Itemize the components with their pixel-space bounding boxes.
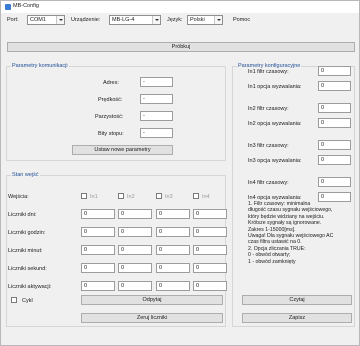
config-field-label: In2 opcja wyzwalania: <box>248 121 302 127</box>
counter-field[interactable]: 0 <box>193 281 227 291</box>
config-field-input[interactable]: 0 <box>318 81 351 91</box>
read-inputs-button[interactable]: Odpytaj <box>81 295 223 305</box>
config-field-input[interactable]: 0 <box>318 103 351 113</box>
cycle-label: Cykl <box>22 298 33 304</box>
counter-field[interactable]: 0 <box>156 227 190 237</box>
input-checkbox-label: In2 <box>127 194 135 200</box>
set-params-button[interactable]: Ustaw nowe parametry <box>72 145 173 155</box>
counter-field[interactable]: 0 <box>81 227 115 237</box>
toolbar: Port: COM1 Urządzenie: MB-LG-4 Język: Po… <box>1 13 359 27</box>
config-read-button[interactable]: Czytaj <box>242 295 352 305</box>
counter-field[interactable]: 0 <box>81 209 115 219</box>
chevron-down-icon[interactable] <box>214 16 222 24</box>
port-select[interactable]: COM1 <box>27 15 65 25</box>
counter-field[interactable]: 0 <box>156 245 190 255</box>
counter-row-label: Liczniki godzin: <box>8 230 46 236</box>
language-select-value: Polski <box>190 17 205 23</box>
device-select[interactable]: MB-LG-4 <box>109 15 161 25</box>
counter-field[interactable]: 0 <box>118 281 152 291</box>
config-field-input[interactable]: 0 <box>318 66 351 76</box>
counter-field[interactable]: 0 <box>193 227 227 237</box>
counter-field[interactable]: 0 <box>118 227 152 237</box>
counter-row-label: Liczniki sekund: <box>8 266 47 272</box>
device-select-value: MB-LG-4 <box>112 17 135 23</box>
counter-field[interactable]: 0 <box>193 245 227 255</box>
config-field-label: In4 filtr czasowy: <box>248 180 289 186</box>
title-bar: MB-Config <box>1 1 359 13</box>
counter-field[interactable]: 0 <box>118 245 152 255</box>
comm-params-title: Parametry komunikacji <box>11 63 69 70</box>
counter-field[interactable]: 0 <box>118 263 152 273</box>
reset-counters-button[interactable]: Zeruj liczniki <box>81 313 223 323</box>
input-checkbox-3[interactable] <box>156 193 162 199</box>
config-field-label: In3 filtr czasowy: <box>248 143 289 149</box>
app-icon <box>5 4 11 10</box>
counter-field[interactable]: 0 <box>156 209 190 219</box>
address-label: Adres: <box>103 80 119 86</box>
config-field-label: In2 filtr czasowy: <box>248 106 289 112</box>
config-field-input[interactable]: 0 <box>318 118 351 128</box>
counter-field[interactable]: 0 <box>81 245 115 255</box>
counter-field[interactable]: 0 <box>156 263 190 273</box>
inputs-label: Wejścia: <box>8 194 29 200</box>
config-write-button[interactable]: Zapisz <box>242 313 352 323</box>
counter-field[interactable]: 0 <box>81 263 115 273</box>
input-checkbox-4[interactable] <box>193 193 199 199</box>
counter-field[interactable]: 0 <box>118 209 152 219</box>
language-label: Język: <box>167 17 183 23</box>
counter-field[interactable]: 0 <box>193 263 227 273</box>
probe-button[interactable]: Próbkuj <box>7 42 355 52</box>
config-field-label: In3 opcja wyzwalania: <box>248 158 302 164</box>
stopbits-label: Bity stopu: <box>98 131 124 137</box>
counter-row-label: Liczniki dni: <box>8 212 37 218</box>
config-field-input[interactable]: 0 <box>318 140 351 150</box>
config-field-label: In1 opcja wyzwalania: <box>248 84 302 90</box>
config-field-label: In1 filtr czasowy: <box>248 69 289 75</box>
input-checkbox-label: In3 <box>165 194 173 200</box>
speed-field[interactable]: - <box>140 94 173 104</box>
parity-label: Parzystość: <box>95 114 124 120</box>
config-field-input[interactable]: 0 <box>318 177 351 187</box>
input-checkbox-1[interactable] <box>81 193 87 199</box>
cycle-checkbox[interactable] <box>11 297 17 303</box>
chevron-down-icon[interactable] <box>152 16 160 24</box>
input-checkbox-2[interactable] <box>118 193 124 199</box>
counter-field[interactable]: 0 <box>81 281 115 291</box>
config-description: 1. Filtr czasowy: minimalna długość czas… <box>248 201 334 265</box>
parity-field[interactable]: - <box>140 111 173 121</box>
window-title: MB-Config <box>13 3 39 9</box>
stopbits-field[interactable]: - <box>140 128 173 138</box>
app-window: MB-Config Port: COM1 Urządzenie: MB-LG-4… <box>0 0 360 346</box>
input-state-title: Stan wejść <box>11 172 40 179</box>
counter-row-label: Liczniki minut: <box>8 248 43 254</box>
counter-field[interactable]: 0 <box>193 209 227 219</box>
address-field[interactable]: - <box>140 77 173 87</box>
port-select-value: COM1 <box>30 17 46 23</box>
config-field-input[interactable]: 0 <box>318 155 351 165</box>
chevron-down-icon[interactable] <box>56 16 64 24</box>
counter-row-label: Liczniki aktywacji: <box>8 284 52 290</box>
language-select[interactable]: Polski <box>187 15 223 25</box>
counter-field[interactable]: 0 <box>156 281 190 291</box>
help-menu[interactable]: Pomoc <box>233 17 250 23</box>
speed-label: Prędkość: <box>98 97 123 103</box>
input-checkbox-label: In4 <box>202 194 210 200</box>
input-checkbox-label: In1 <box>90 194 98 200</box>
port-label: Port: <box>7 17 19 23</box>
device-label: Urządzenie: <box>71 17 101 23</box>
